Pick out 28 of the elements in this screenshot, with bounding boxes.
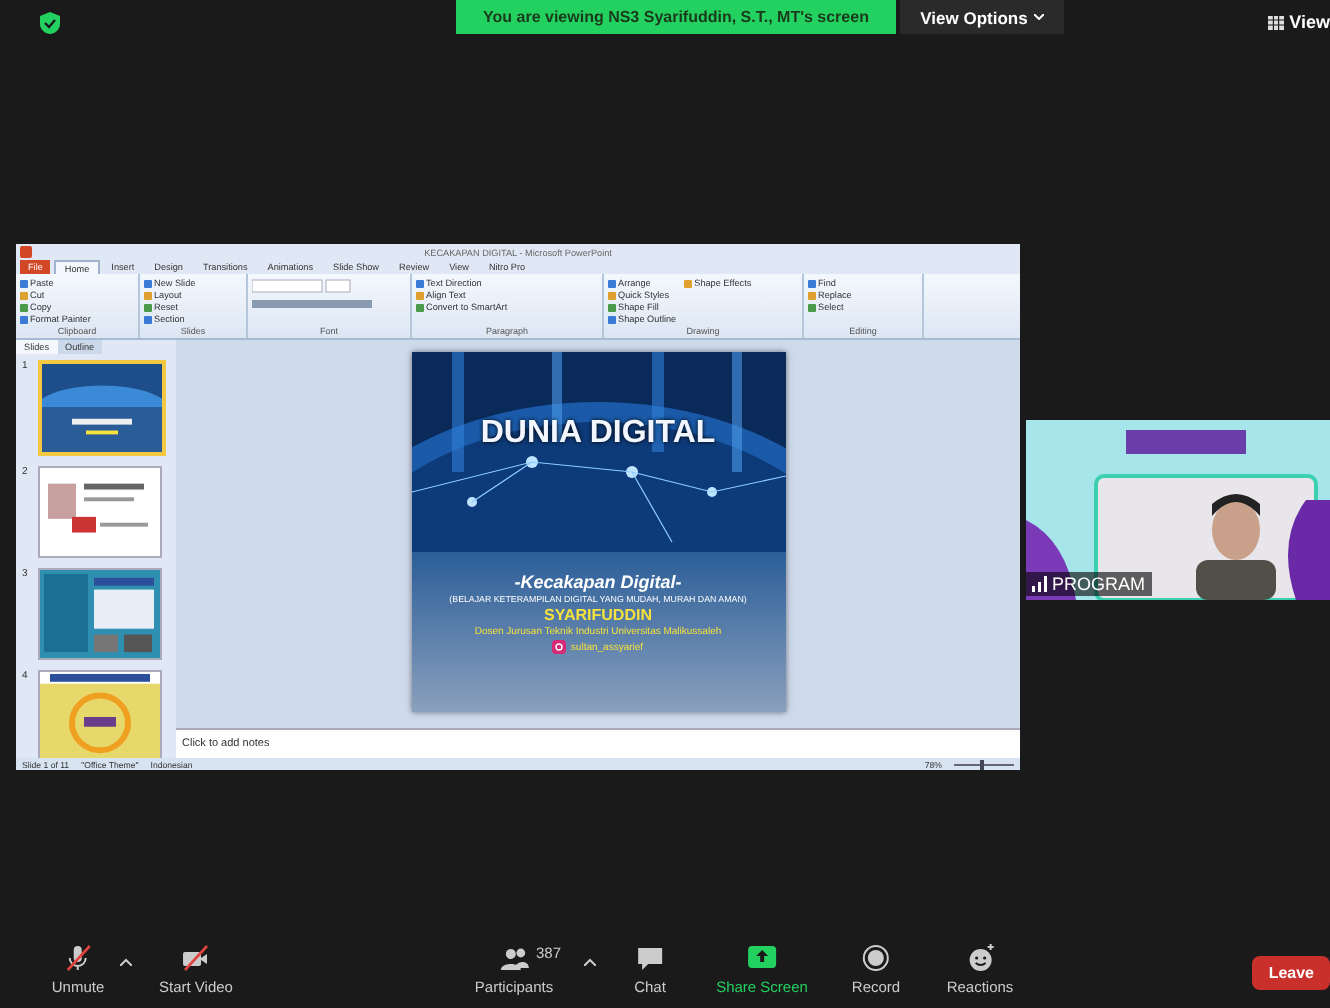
slide-heading: DUNIA DIGITAL [478,416,718,452]
viewing-banner: You are viewing NS3 Syarifuddin, S.T., MT's screen [456,0,896,34]
signal-icon [1032,576,1048,592]
grid-icon [1267,15,1284,29]
record-icon [862,944,890,972]
view-options-button[interactable]: View Options [900,0,1064,34]
view-button[interactable]: View [1267,12,1330,32]
instagram-icon [552,640,567,654]
slide-thumbnail[interactable] [38,670,162,758]
slide-subtitle: -Kecakapan Digital- [514,572,682,592]
app-icon [20,246,32,258]
smiley-icon [966,944,994,972]
leave-button[interactable]: Leave [1252,956,1330,990]
slide-thumbnail[interactable] [38,466,162,558]
slide-thumbnail[interactable] [38,568,162,660]
caret-icon[interactable] [120,958,132,966]
caret-icon[interactable] [584,958,596,966]
share-screen-icon [746,944,778,972]
muted-microphone-icon [64,944,92,972]
slide-thumbnail[interactable] [38,360,166,456]
people-icon [496,944,532,972]
presenter-name: SYARIFUDDIN [544,606,652,624]
chat-icon [636,944,664,972]
tool-icon [684,279,693,287]
name-text: PROGRAM [1052,574,1146,594]
shield-icon [40,11,60,33]
chevron-down-icon [1033,14,1044,20]
camera-off-icon [182,944,210,972]
